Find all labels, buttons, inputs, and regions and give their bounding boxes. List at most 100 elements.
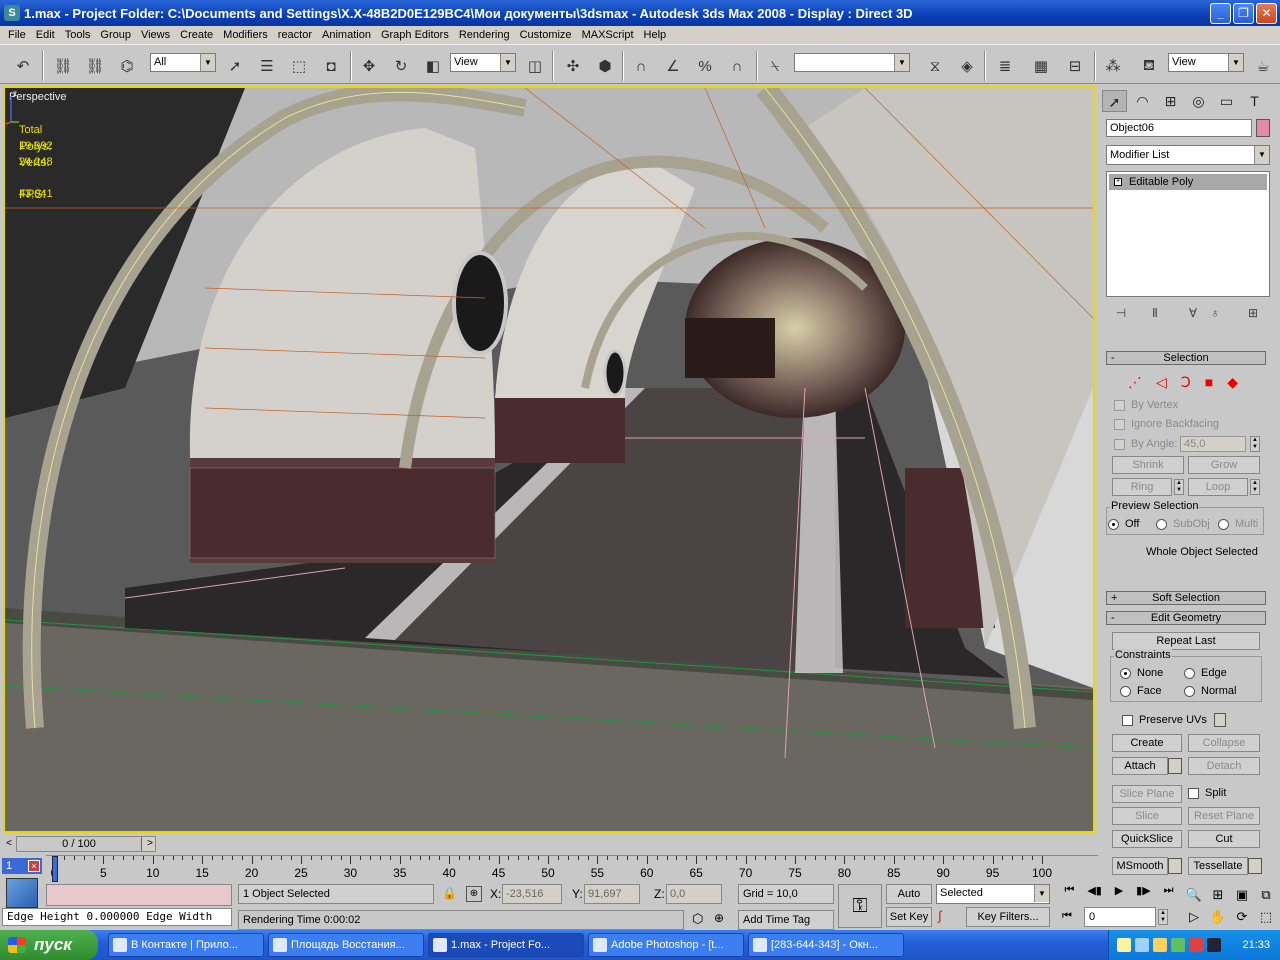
- remove-modifier-icon[interactable]: ♁: [1204, 306, 1226, 324]
- minimize-button[interactable]: _: [1210, 3, 1231, 24]
- task-vkontakte[interactable]: В Контакте | Прило...: [108, 933, 264, 957]
- menu-group[interactable]: Group: [95, 26, 136, 44]
- key-filters-button[interactable]: Key Filters...: [966, 907, 1050, 927]
- ignore-backfacing-checkbox[interactable]: Ignore Backfacing: [1114, 418, 1219, 430]
- motion-tab-icon[interactable]: ◎: [1186, 90, 1211, 112]
- ring-spinner[interactable]: ▲ ▼: [1174, 479, 1184, 495]
- curve-editor-icon[interactable]: ▦: [1028, 53, 1054, 79]
- angle-snap-icon[interactable]: ∠: [660, 53, 686, 79]
- split-checkbox[interactable]: Split: [1188, 787, 1226, 799]
- menu-graph-editors[interactable]: Graph Editors: [376, 26, 454, 44]
- key-tangent-icon[interactable]: ∫: [938, 908, 942, 923]
- slice-button[interactable]: Slice: [1112, 807, 1182, 825]
- repeat-last-button[interactable]: Repeat Last: [1112, 632, 1260, 650]
- zoom-icon[interactable]: 🔍: [1182, 884, 1206, 906]
- schematic-view-icon[interactable]: ⊟: [1062, 53, 1088, 79]
- menu-modifiers[interactable]: Modifiers: [218, 26, 273, 44]
- preview-multi-radio[interactable]: Multi: [1218, 518, 1258, 530]
- angle-value-field[interactable]: 45,0: [1180, 436, 1246, 452]
- named-selection-dropdown[interactable]: ▼: [794, 53, 910, 72]
- align-icon[interactable]: ◈: [954, 53, 980, 79]
- stack-item-editable-poly[interactable]: + Editable Poly: [1109, 174, 1267, 190]
- polygon-icon[interactable]: ■: [1205, 374, 1213, 390]
- menu-animation[interactable]: Animation: [317, 26, 376, 44]
- pin-stack-icon[interactable]: ⊣: [1110, 306, 1132, 324]
- menu-create[interactable]: Create: [175, 26, 218, 44]
- msmooth-button[interactable]: MSmooth: [1112, 857, 1168, 875]
- app-icon[interactable]: S: [4, 5, 20, 21]
- cut-button[interactable]: Cut: [1188, 830, 1260, 848]
- preview-subobj-radio[interactable]: SubObj: [1156, 518, 1210, 530]
- tessellate-settings-icon[interactable]: [1248, 858, 1262, 874]
- crosshair-icon[interactable]: ⊕: [714, 911, 724, 925]
- soft-selection-rollout-header[interactable]: + Soft Selection: [1106, 591, 1266, 605]
- maximize-viewport-icon[interactable]: ⬚: [1254, 906, 1278, 928]
- next-frame-icon[interactable]: ▮▶: [1136, 884, 1151, 904]
- preview-off-radio[interactable]: Off: [1108, 518, 1139, 530]
- tray-icon-moon[interactable]: [1207, 938, 1221, 952]
- start-button[interactable]: пуск: [0, 930, 98, 960]
- detach-button[interactable]: Detach: [1188, 757, 1260, 775]
- track-bar-cursor[interactable]: [52, 856, 58, 882]
- maxscript-close-icon[interactable]: ×: [28, 860, 40, 872]
- create-button[interactable]: Create: [1112, 734, 1182, 752]
- orbit-icon[interactable]: ⟳: [1230, 906, 1254, 928]
- tray-icon-network[interactable]: [1135, 938, 1149, 952]
- select-manipulate-icon[interactable]: ✣: [560, 53, 586, 79]
- task-ploshchad[interactable]: Площадь Восстания...: [268, 933, 424, 957]
- grow-button[interactable]: Grow: [1188, 456, 1260, 474]
- slice-plane-button[interactable]: Slice Plane: [1112, 785, 1182, 803]
- make-unique-icon[interactable]: ∀: [1182, 306, 1204, 324]
- menu-views[interactable]: Views: [136, 26, 175, 44]
- reset-plane-button[interactable]: Reset Plane: [1188, 807, 1260, 825]
- zoom-extents-icon[interactable]: ▣: [1230, 884, 1254, 906]
- menu-help[interactable]: Help: [639, 26, 672, 44]
- time-slider[interactable]: 0 / 100 >: [16, 836, 156, 852]
- reference-coordinate-dropdown[interactable]: View ▼: [450, 53, 516, 72]
- selection-rollout-header[interactable]: - Selection: [1106, 351, 1266, 365]
- material-editor-icon[interactable]: ⁂: [1100, 53, 1126, 79]
- pan-icon[interactable]: ✋: [1206, 906, 1230, 928]
- set-key-button[interactable]: Set Key: [886, 907, 932, 927]
- key-mode-toggle-icon[interactable]: ⏮: [1062, 910, 1072, 923]
- by-angle-checkbox[interactable]: By Angle:: [1114, 438, 1177, 450]
- loop-spinner[interactable]: ▲ ▼: [1250, 479, 1260, 495]
- set-key-icon[interactable]: ⚿: [838, 884, 882, 928]
- menu-tools[interactable]: Tools: [60, 26, 96, 44]
- field-of-view-icon[interactable]: ▷: [1182, 906, 1206, 928]
- play-icon[interactable]: ▶: [1115, 884, 1123, 904]
- unlink-icon[interactable]: ⛓: [82, 53, 108, 79]
- constraint-none-radio[interactable]: None: [1120, 667, 1163, 679]
- border-icon[interactable]: Ↄ: [1181, 374, 1191, 390]
- msmooth-settings-icon[interactable]: [1168, 858, 1182, 874]
- undo-icon[interactable]: ↶: [10, 53, 36, 79]
- zoom-extents-all-icon[interactable]: ⧉: [1254, 884, 1278, 906]
- percent-snap-icon[interactable]: %: [692, 53, 718, 79]
- selection-filter-dropdown[interactable]: All ▼: [150, 53, 216, 72]
- add-time-tag-button[interactable]: Add Time Tag: [738, 910, 834, 930]
- element-icon[interactable]: ◆: [1227, 374, 1238, 390]
- hierarchy-tab-icon[interactable]: ⊞: [1158, 90, 1183, 112]
- preserve-uvs-settings-icon[interactable]: [1214, 713, 1226, 727]
- ring-button[interactable]: Ring: [1112, 478, 1172, 496]
- collapse-button[interactable]: Collapse: [1188, 734, 1260, 752]
- named-selection-icon[interactable]: ⍀: [762, 53, 788, 79]
- quickslice-button[interactable]: QuickSlice: [1112, 830, 1182, 848]
- frame-spinner[interactable]: ▲ ▼: [1158, 909, 1168, 925]
- constraint-face-radio[interactable]: Face: [1120, 685, 1161, 697]
- task-photoshop[interactable]: Adobe Photoshop - [t...: [588, 933, 744, 957]
- previous-frame-icon[interactable]: ◀▮: [1087, 884, 1102, 904]
- time-slider-prev-icon[interactable]: <: [2, 836, 16, 852]
- rectangular-selection-icon[interactable]: ⬚: [286, 53, 312, 79]
- task-3dsmax[interactable]: 1.max - Project Fo...: [428, 933, 584, 957]
- menu-reactor[interactable]: reactor: [273, 26, 317, 44]
- snap-toggle-icon[interactable]: ∩: [628, 53, 654, 79]
- z-coordinate-field[interactable]: 0,0: [666, 884, 722, 904]
- rotate-icon[interactable]: ↻: [388, 53, 414, 79]
- display-tab-icon[interactable]: ▭: [1214, 90, 1239, 112]
- spinner-snap-icon[interactable]: ∩: [724, 53, 750, 79]
- configure-sets-icon[interactable]: ⊞: [1242, 306, 1264, 324]
- maxscript-listener-icon[interactable]: [6, 878, 38, 908]
- layer-manager-icon[interactable]: ≣: [992, 53, 1018, 79]
- menu-rendering[interactable]: Rendering: [454, 26, 515, 44]
